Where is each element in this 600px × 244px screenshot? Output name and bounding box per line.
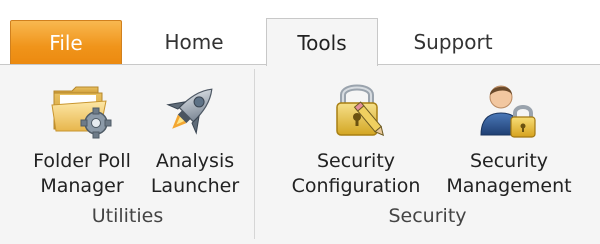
utilities-group-label: Utilities xyxy=(91,205,164,227)
tab-home[interactable]: Home xyxy=(122,20,266,64)
tab-tools[interactable]: Tools xyxy=(266,18,378,66)
tab-file-label: File xyxy=(49,30,83,55)
analysis-launcher-label-line1: Analysis xyxy=(155,150,235,172)
ribbon-tab-bar: File Home Tools Support xyxy=(0,0,600,66)
security-management-label-line1: Security xyxy=(469,150,549,172)
security-configuration-label-line1: Security xyxy=(316,150,396,172)
tab-home-label: Home xyxy=(164,30,224,54)
folder-poll-manager-label-line1: Folder Poll xyxy=(33,150,131,172)
user-lock-icon xyxy=(477,77,541,141)
security-configuration-label-line2: Configuration xyxy=(291,175,421,197)
ribbon-panel: Folder Poll Manager Analysis Launcher Ut… xyxy=(0,64,600,244)
security-management-button[interactable]: Security Management xyxy=(439,67,579,205)
padlock-pencil-icon xyxy=(327,77,391,141)
tab-file[interactable]: File xyxy=(10,20,122,64)
security-group-label: Security xyxy=(388,205,467,227)
analysis-launcher-label-line2: Launcher xyxy=(150,175,240,197)
rocket-icon xyxy=(160,77,224,141)
tab-support[interactable]: Support xyxy=(378,20,528,64)
tab-support-label: Support xyxy=(413,30,493,54)
folder-gear-icon xyxy=(50,77,114,141)
tab-tools-label: Tools xyxy=(297,30,347,55)
analysis-launcher-button[interactable]: Analysis Launcher xyxy=(142,67,248,205)
folder-poll-manager-label-line2: Manager xyxy=(40,175,124,197)
folder-poll-manager-button[interactable]: Folder Poll Manager xyxy=(20,67,144,205)
security-group: Security Configuration Security Manageme… xyxy=(255,65,600,243)
security-management-label-line2: Management xyxy=(446,175,572,197)
utilities-group: Folder Poll Manager Analysis Launcher Ut… xyxy=(0,65,255,243)
security-configuration-button[interactable]: Security Configuration xyxy=(281,67,431,205)
